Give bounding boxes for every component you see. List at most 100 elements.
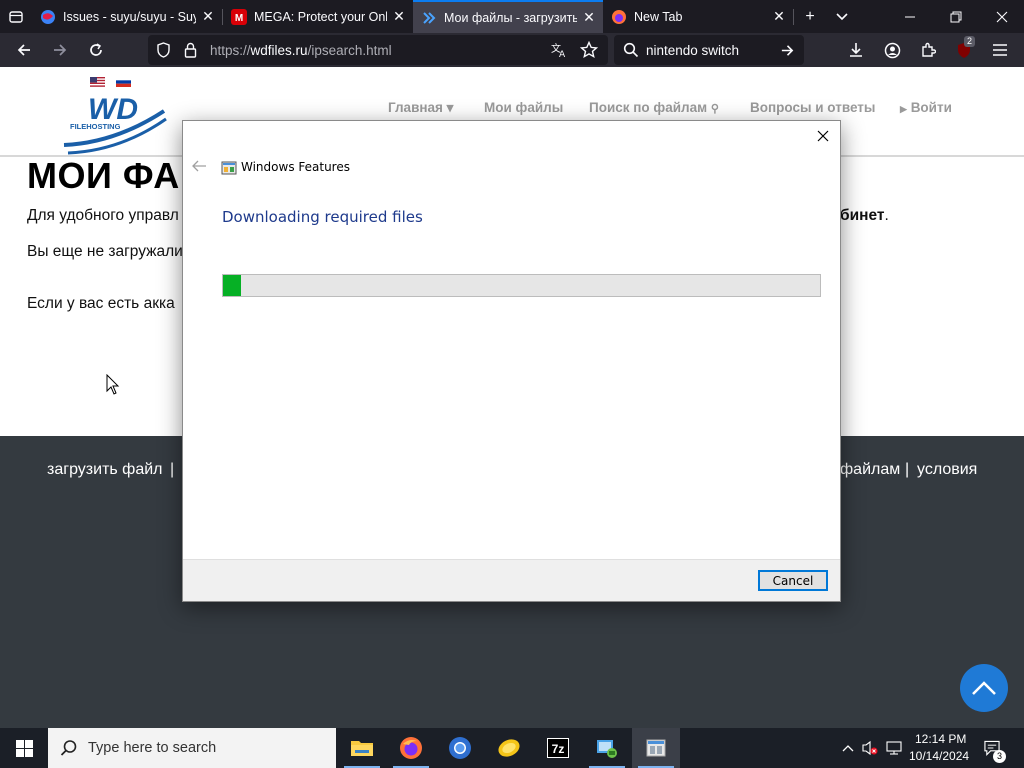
menu-home[interactable]: Главная ▾ — [388, 100, 453, 116]
puzzle-icon — [922, 42, 936, 57]
volume-muted-button[interactable] — [862, 740, 878, 756]
menu-faq[interactable]: Вопросы и ответы — [750, 100, 875, 115]
new-tab-button[interactable]: + — [794, 0, 826, 33]
reload-button[interactable] — [80, 34, 112, 66]
scroll-to-top-button[interactable] — [960, 664, 1008, 712]
coins-icon — [498, 739, 520, 757]
dialog-close-button[interactable] — [812, 125, 834, 147]
windows-features-icon — [646, 739, 666, 757]
arrow-right-icon — [54, 44, 67, 56]
search-icon — [60, 740, 77, 756]
taskbar-search-box[interactable]: Type here to search — [48, 728, 336, 768]
url-text[interactable]: https://wdfiles.ru/ipsearch.html — [210, 43, 392, 58]
downloads-button[interactable] — [840, 34, 872, 66]
tab-close-icon[interactable]: ✕ — [391, 8, 407, 25]
menu-login[interactable]: ▶ Войти — [900, 100, 952, 115]
site-logo[interactable]: WD FILEHOSTING — [60, 93, 170, 157]
hamburger-icon — [993, 44, 1007, 56]
tab-issues[interactable]: Issues - suyu/suyu - Suyu ✕ — [32, 0, 222, 33]
network-button[interactable] — [886, 740, 902, 756]
taskbar-windows-features[interactable] — [632, 728, 680, 768]
tab-new-tab[interactable]: New Tab ✕ — [603, 0, 793, 33]
taskbar-7zip[interactable]: 7z — [534, 728, 582, 768]
tab-mega[interactable]: M MEGA: Protect your Online ✕ — [223, 0, 413, 33]
no-uploads-text: Вы еще не загружали — [27, 243, 183, 260]
tab-close-icon[interactable]: ✕ — [581, 9, 597, 26]
clock-date: 10/14/2024 — [909, 749, 970, 763]
app-menu-button[interactable] — [984, 34, 1016, 66]
tab-close-icon[interactable]: ✕ — [771, 8, 787, 25]
back-arrow-icon[interactable] — [191, 159, 207, 173]
list-all-tabs-button[interactable] — [826, 0, 858, 33]
tab-title: Issues - suyu/suyu - Suyu — [63, 9, 196, 24]
taskbar-firefox[interactable] — [387, 728, 435, 768]
close-icon — [996, 11, 1008, 22]
svg-text:7z: 7z — [552, 742, 565, 756]
footer-separator: | — [905, 461, 910, 478]
firefox-favicon-icon — [611, 9, 627, 25]
windows-logo-icon — [15, 739, 33, 757]
translate-button[interactable]: 文A — [550, 41, 568, 64]
search-icon — [623, 42, 639, 58]
window-close-button[interactable] — [985, 0, 1019, 33]
chevron-up-icon — [972, 681, 996, 695]
taskbar-control-panel[interactable] — [583, 728, 631, 768]
back-button[interactable] — [8, 34, 40, 66]
control-panel-icon — [597, 740, 617, 758]
tab-title: MEGA: Protect your Online — [254, 9, 387, 24]
menu-file-search[interactable]: Поиск по файлам ⚲ — [589, 100, 719, 115]
tab-close-icon[interactable]: ✕ — [200, 8, 216, 25]
menu-file-search-label: Поиск по файлам — [589, 100, 708, 115]
mouse-cursor-icon — [106, 374, 120, 395]
svg-text:A: A — [559, 50, 566, 59]
url-scheme: https:// — [210, 43, 251, 58]
extensions-button[interactable] — [912, 34, 944, 66]
restore-button[interactable] — [939, 0, 973, 33]
restore-icon — [950, 11, 962, 22]
menu-my-files[interactable]: Мои файлы — [484, 100, 563, 115]
arrow-right-icon[interactable] — [780, 43, 795, 58]
close-icon — [817, 130, 829, 142]
search-bar[interactable]: nintendo switch — [614, 35, 804, 65]
taskbar-coin-app[interactable] — [485, 728, 533, 768]
footer-search-link[interactable]: файлам — [840, 461, 900, 479]
address-bar[interactable]: https://wdfiles.ru/ipsearch.html 文A — [148, 35, 608, 65]
network-icon — [886, 741, 902, 755]
tab-title: Мои файлы - загрузить — [444, 10, 577, 25]
ru-flag-icon[interactable] — [116, 77, 131, 87]
footer-upload-link[interactable]: загрузить файл — [47, 461, 163, 479]
bookmark-star-button[interactable] — [579, 40, 599, 64]
taskbar-file-explorer[interactable] — [338, 728, 386, 768]
arrow-left-icon — [17, 44, 30, 56]
dialog-footer: Cancel — [183, 559, 840, 601]
search-input[interactable]: nintendo switch — [646, 43, 739, 58]
chevron-up-icon — [842, 745, 854, 752]
us-flag-icon[interactable] — [90, 77, 105, 87]
browser-tab-bar: Issues - suyu/suyu - Suyu ✕ M MEGA: Prot… — [0, 0, 1024, 33]
tab-my-files[interactable]: Мои файлы - загрузить ✕ — [413, 0, 603, 33]
lock-icon — [184, 42, 197, 58]
windows-taskbar: Type here to search 7z 12:14 PM 10/14/20… — [0, 728, 1024, 768]
wdfiles-favicon-icon — [421, 10, 437, 26]
reload-icon — [90, 43, 102, 56]
account-button[interactable] — [876, 34, 908, 66]
tab-title: New Tab — [634, 9, 683, 24]
folder-icon — [351, 741, 373, 756]
taskbar-chromium[interactable] — [436, 728, 484, 768]
footer-terms-link[interactable]: условия — [917, 461, 977, 479]
forward-button[interactable] — [44, 34, 76, 66]
start-button[interactable] — [0, 728, 48, 768]
plus-icon: + — [805, 7, 815, 25]
show-hidden-icons-button[interactable] — [840, 740, 856, 756]
cabinet-link[interactable]: бинет. — [840, 207, 889, 225]
cabinet-link-text: бинет — [840, 207, 885, 224]
tab-list-button[interactable] — [0, 0, 32, 33]
minimize-icon — [905, 16, 915, 17]
intro-text: Для удобного управл — [27, 207, 179, 224]
cancel-button[interactable]: Cancel — [758, 570, 828, 591]
footer-separator: | — [170, 461, 175, 478]
windows-features-icon — [221, 161, 237, 175]
account-text: Если у вас есть акка — [27, 295, 175, 312]
minimize-button[interactable] — [893, 0, 927, 33]
caret-right-icon: ▶ — [900, 104, 907, 114]
